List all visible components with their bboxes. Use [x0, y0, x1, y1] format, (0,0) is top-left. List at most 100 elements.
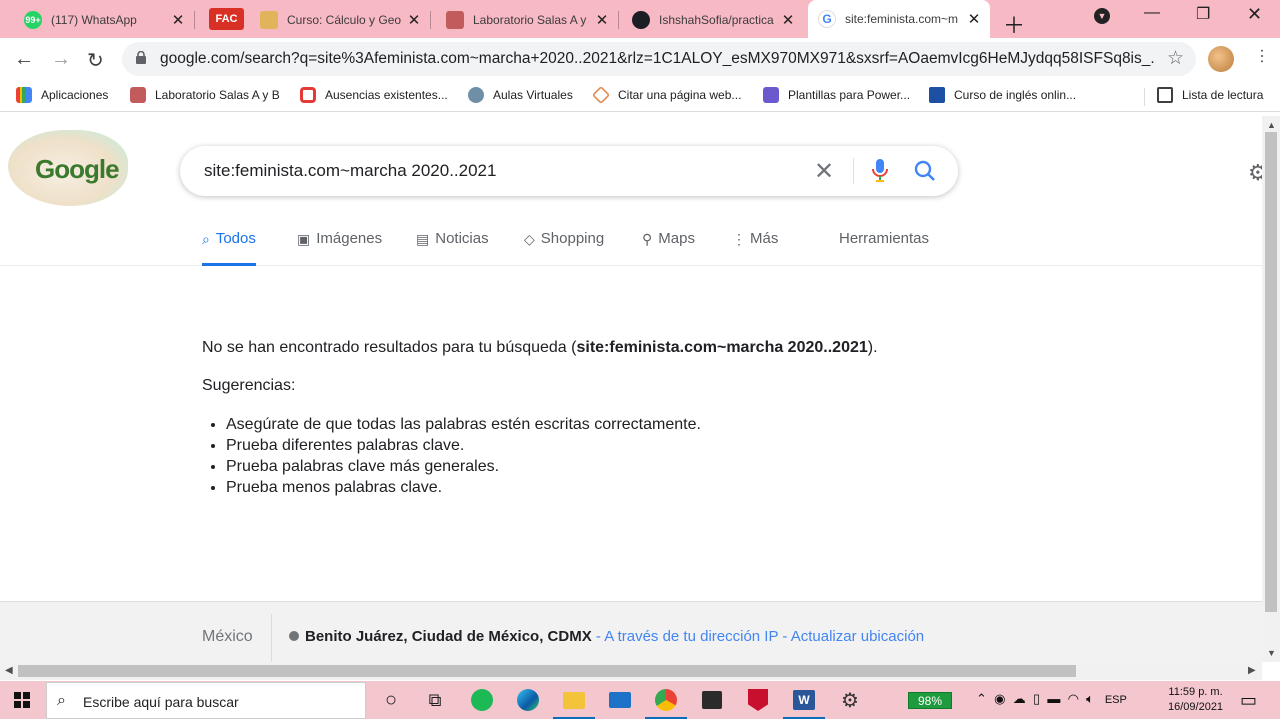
url-text[interactable]: google.com/search?q=site%3Afeminista.com…	[160, 50, 1156, 68]
scroll-left-icon[interactable]: ◀	[5, 665, 13, 676]
windows-start-icon[interactable]	[14, 692, 30, 708]
update-location-link[interactable]: - Actualizar ubicación	[778, 628, 924, 645]
tab-mas[interactable]: ⋮ Más	[732, 230, 778, 266]
tab-shopping[interactable]: ◇ Shopping	[524, 230, 604, 266]
address-bar[interactable]: google.com/search?q=site%3Afeminista.com…	[122, 42, 1196, 76]
clear-icon[interactable]: ✕	[814, 157, 834, 186]
task-view-icon[interactable]: ⧉	[424, 689, 446, 711]
horizontal-scrollbar[interactable]: ◀ ▶	[0, 662, 1262, 680]
tab-noticias[interactable]: ▤ Noticias	[416, 230, 489, 266]
tab-todos[interactable]: ⌕ Todos	[202, 230, 256, 266]
windows-taskbar: ⌕ Escribe aquí para buscar ○ ⧉ W ⚙ 98% ⌃…	[0, 681, 1280, 719]
word-icon[interactable]: W	[793, 690, 815, 710]
device-icon[interactable]: ▯	[1033, 691, 1040, 706]
bookmark-plantillas[interactable]: Plantillas para Power...	[763, 87, 910, 103]
forward-icon[interactable]: →	[51, 48, 71, 71]
no-results-query: site:feminista.com~marcha 2020..2021	[576, 339, 868, 356]
store-icon[interactable]	[702, 691, 722, 709]
clock-date: 16/09/2021	[1168, 701, 1224, 713]
tab-google-search[interactable]: G site:feminista.com~m ✕	[808, 0, 990, 38]
list-item: Prueba diferentes palabras clave.	[226, 435, 902, 456]
clock[interactable]: 11:59 p. m. 16/09/2021	[1168, 685, 1223, 715]
vertical-scrollbar[interactable]: ▲ ▼	[1262, 116, 1280, 662]
search-box[interactable]: site:feminista.com~marcha 2020..2021 ✕	[180, 146, 958, 196]
bookmark-star-icon[interactable]: ☆	[1167, 47, 1184, 70]
tab-imagenes[interactable]: ▣ Imágenes	[297, 230, 382, 266]
new-tab-icon[interactable]: ＋	[1003, 8, 1025, 40]
course-icon	[260, 10, 278, 29]
scroll-up-icon[interactable]: ▲	[1267, 120, 1276, 130]
notification-icon[interactable]: ▭	[1240, 690, 1257, 711]
logo-text: Google	[35, 154, 120, 184]
cortana-icon[interactable]: ○	[380, 689, 402, 711]
tools-button[interactable]: Herramientas	[839, 230, 929, 266]
search-icon: ⌕	[57, 692, 66, 709]
mail-icon[interactable]	[609, 692, 631, 708]
tag-icon: ◇	[524, 231, 535, 247]
file-explorer-icon[interactable]	[563, 691, 585, 709]
reading-list-icon	[1157, 87, 1173, 103]
scroll-down-icon[interactable]: ▼	[1267, 648, 1276, 658]
bookmark-ausencias[interactable]: Ausencias existentes...	[300, 87, 448, 103]
search-icon[interactable]	[914, 160, 936, 182]
tab-curso[interactable]: Curso: Cálculo y Geo ✕	[250, 3, 431, 36]
bookmark-laboratorio[interactable]: Laboratorio Salas A y B	[130, 87, 280, 103]
record-icon[interactable]: ◉	[994, 691, 1005, 706]
battery-icon[interactable]: ▬	[1047, 691, 1060, 706]
bookmark-citar[interactable]: Citar una página web...	[591, 85, 741, 105]
bookmark-aplicaciones[interactable]: Aplicaciones	[16, 87, 108, 103]
profile-avatar[interactable]	[1208, 46, 1234, 72]
tab-maps[interactable]: ⚲ Maps	[642, 230, 695, 266]
microphone-icon[interactable]	[872, 159, 888, 183]
tab-laboratorio[interactable]: Laboratorio Salas A y ✕	[436, 3, 619, 36]
horizontal-scroll-thumb[interactable]	[18, 665, 1076, 677]
tab-search-icon[interactable]: ▼	[1094, 8, 1110, 24]
spotify-icon[interactable]	[471, 689, 493, 711]
chrome-icon[interactable]	[655, 689, 677, 711]
search-tabs: ⌕ Todos ▣ Imágenes ▤ Noticias ◇ Shopping…	[0, 223, 1262, 266]
volume-icon[interactable]: 🔈︎	[1086, 691, 1094, 706]
settings-gear-icon[interactable]: ⚙	[1248, 160, 1262, 186]
close-icon[interactable]: ✕	[404, 11, 424, 29]
browser-menu-icon[interactable]: ⋯	[1252, 48, 1271, 64]
reload-icon[interactable]: ↻	[87, 48, 104, 73]
lab-icon	[130, 87, 146, 103]
restore-icon[interactable]: ❐	[1196, 4, 1210, 24]
footer: México Benito Juárez, Ciudad de México, …	[0, 601, 1262, 662]
battery-indicator[interactable]: 98%	[908, 692, 952, 709]
close-icon[interactable]: ✕	[778, 11, 798, 29]
close-icon[interactable]: ✕	[592, 11, 612, 29]
taskbar-search[interactable]: ⌕ Escribe aquí para buscar	[46, 682, 366, 719]
suggestions-list: Asegúrate de que todas las palabras esté…	[226, 414, 902, 498]
close-icon[interactable]: ✕	[964, 10, 984, 28]
tab-github[interactable]: IshshahSofia/practica ✕	[622, 3, 804, 36]
minimize-icon[interactable]: —	[1144, 4, 1160, 22]
bookmark-curso-ingles[interactable]: Curso de inglés onlin...	[929, 87, 1076, 103]
language-indicator[interactable]: ESP	[1105, 694, 1127, 706]
system-tray: ⌃ ◉ ☁ ▯ ▬ ◠ 🔈︎ ESP	[976, 691, 1127, 707]
scroll-right-icon[interactable]: ▶	[1248, 665, 1256, 676]
list-item: Asegúrate de que todas las palabras esté…	[226, 414, 902, 435]
close-window-icon[interactable]: ✕	[1247, 4, 1262, 25]
mcafee-icon[interactable]	[748, 689, 768, 711]
edge-icon[interactable]	[517, 689, 539, 711]
reading-list[interactable]: Lista de lectura	[1157, 87, 1263, 103]
close-icon[interactable]: ✕	[168, 11, 188, 29]
search-input[interactable]: site:feminista.com~marcha 2020..2021	[204, 161, 496, 181]
vertical-scroll-thumb[interactable]	[1265, 132, 1277, 612]
apps-grid-icon	[16, 87, 32, 103]
tab-whatsapp[interactable]: 99+ (117) WhatsApp ✕	[14, 3, 195, 36]
wifi-icon[interactable]: ◠	[1068, 691, 1079, 706]
back-icon[interactable]: ←	[14, 48, 34, 71]
ip-location-link[interactable]: - A través de tu dirección IP	[592, 628, 778, 645]
cloud-icon[interactable]: ☁	[1013, 691, 1026, 706]
taskbar-search-placeholder[interactable]: Escribe aquí para buscar	[83, 694, 239, 710]
location-dot-icon	[289, 631, 299, 641]
settings-icon[interactable]: ⚙	[839, 689, 861, 712]
map-pin-icon: ⚲	[642, 231, 653, 247]
chevron-up-icon[interactable]: ⌃	[976, 691, 987, 706]
bookmark-aulas[interactable]: Aulas Virtuales	[468, 87, 573, 103]
google-doodle-logo[interactable]: Google	[8, 130, 128, 206]
tab-title: site:feminista.com~m	[845, 12, 959, 26]
page-content: Google site:feminista.com~marcha 2020..2…	[0, 116, 1262, 662]
